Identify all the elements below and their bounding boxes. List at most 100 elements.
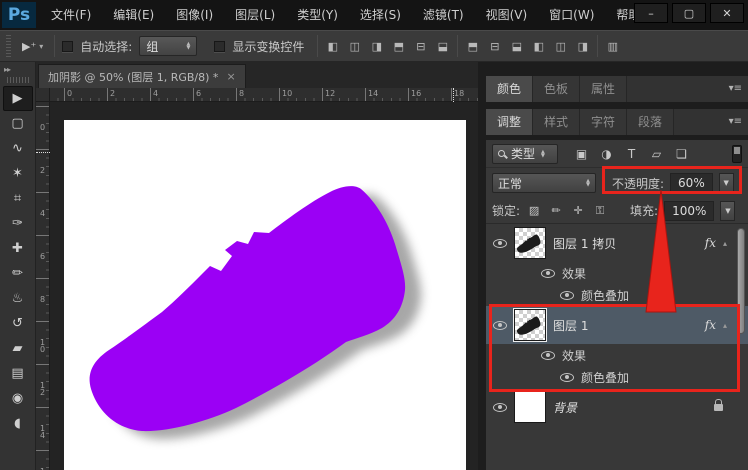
panel-menu-icon[interactable]: ▾≡ — [729, 83, 742, 94]
document-tab[interactable]: 加阴影 @ 50% (图层 1, RGB/8) * × — [38, 64, 246, 88]
distribute-h-centers-icon[interactable]: ◫ — [553, 39, 568, 53]
layer-thumbnail[interactable] — [514, 227, 546, 259]
document-canvas[interactable] — [64, 120, 466, 470]
layer-row-selected[interactable]: 图层 1 fx ▴ — [486, 306, 748, 344]
filter-toggle-switch[interactable] — [732, 145, 742, 163]
align-v-centers-icon[interactable]: ⊟ — [413, 39, 428, 53]
layer-thumbnail[interactable] — [514, 391, 546, 423]
visibility-eye-icon[interactable] — [560, 291, 574, 300]
close-icon[interactable]: ✕ — [710, 3, 744, 23]
move-tool[interactable]: ▶ — [3, 86, 33, 111]
blur-tool[interactable]: ◉ — [3, 386, 33, 411]
menu-window[interactable]: 窗口(W) — [538, 0, 605, 30]
clone-stamp-tool[interactable]: ♨ — [3, 286, 33, 311]
tab-swatches[interactable]: 色板 — [533, 76, 580, 102]
spot-healing-brush-tool[interactable]: ✚ — [3, 236, 33, 261]
minimize-icon[interactable]: – — [634, 3, 668, 23]
layers-scrollbar[interactable] — [737, 228, 745, 334]
align-left-edges-icon[interactable]: ◧ — [325, 39, 340, 53]
lasso-tool[interactable]: ∿ — [3, 136, 33, 161]
show-transform-checkbox[interactable] — [214, 41, 225, 52]
lock-position-icon[interactable]: ✛ — [570, 204, 586, 217]
layer-row-copy[interactable]: 图层 1 拷贝 fx ▴ — [486, 224, 748, 262]
color-overlay-row[interactable]: 颜色叠加 — [486, 284, 748, 306]
lock-transparent-pixels-icon[interactable]: ▨ — [526, 204, 542, 217]
magic-wand-tool[interactable]: ✶ — [3, 161, 33, 186]
opacity-input[interactable]: 60% — [670, 173, 713, 193]
layers-list: 图层 1 拷贝 fx ▴ 效果 颜色叠加 图层 1 — [486, 224, 748, 426]
distribute-v-centers-icon[interactable]: ⊟ — [487, 39, 502, 53]
blend-mode-dropdown[interactable]: 正常 ▲▼ — [492, 173, 596, 193]
auto-select-target-dropdown[interactable]: 组 ▲▼ — [139, 36, 197, 56]
collapse-effects-icon[interactable]: ▴ — [723, 239, 727, 248]
opacity-dropdown-icon[interactable]: ▼ — [719, 173, 734, 193]
filter-adjustment-layers-icon[interactable]: ◑ — [597, 147, 616, 161]
eyedropper-tool[interactable]: ✑ — [3, 211, 33, 236]
collapse-tools-icon[interactable]: ▸▸ — [0, 62, 10, 75]
distribute-top-icon[interactable]: ⬒ — [465, 39, 480, 53]
distribute-bottom-icon[interactable]: ⬓ — [509, 39, 524, 53]
visibility-eye-icon[interactable] — [541, 269, 555, 278]
lock-image-pixels-icon[interactable]: ✏ — [548, 204, 564, 217]
ruler-corner[interactable] — [36, 88, 50, 102]
tab-paragraph[interactable]: 段落 — [627, 109, 674, 135]
distribute-right-icon[interactable]: ◨ — [575, 39, 590, 53]
history-brush-tool[interactable]: ↺ — [3, 311, 33, 336]
align-right-edges-icon[interactable]: ◨ — [369, 39, 384, 53]
visibility-eye-icon[interactable] — [541, 351, 555, 360]
filter-type-layers-icon[interactable]: T — [622, 147, 641, 161]
menu-layer[interactable]: 图层(L) — [224, 0, 286, 30]
eraser-tool[interactable]: ▰ — [3, 336, 33, 361]
menu-view[interactable]: 视图(V) — [475, 0, 539, 30]
collapse-effects-icon[interactable]: ▴ — [723, 321, 727, 330]
tab-color[interactable]: 颜色 — [486, 76, 533, 102]
menu-edit[interactable]: 编辑(E) — [102, 0, 165, 30]
menu-select[interactable]: 选择(S) — [349, 0, 412, 30]
menu-filter[interactable]: 滤镜(T) — [412, 0, 475, 30]
effects-row[interactable]: 效果 — [486, 344, 748, 366]
auto-select-checkbox[interactable] — [62, 41, 73, 52]
tab-close-icon[interactable]: × — [226, 70, 235, 83]
brush-tool[interactable]: ✏ — [3, 261, 33, 286]
layer-row-background[interactable]: 背景 — [486, 388, 748, 426]
visibility-eye-icon[interactable] — [493, 403, 507, 412]
rectangular-marquee-tool[interactable]: ▢ — [3, 111, 33, 136]
options-grip[interactable] — [6, 35, 11, 57]
distribute-left-icon[interactable]: ◧ — [531, 39, 546, 53]
visibility-eye-icon[interactable] — [493, 321, 507, 330]
lock-all-icon[interactable]: ⚿ — [592, 204, 608, 218]
filter-shape-layers-icon[interactable]: ▱ — [647, 147, 666, 161]
tools-grip[interactable] — [7, 77, 29, 83]
align-bottom-edges-icon[interactable]: ⬓ — [435, 39, 450, 53]
menu-type[interactable]: 类型(Y) — [286, 0, 349, 30]
distribute-spacing-icon[interactable]: ▥ — [605, 39, 620, 53]
fx-badge[interactable]: fx — [705, 236, 716, 250]
layer-thumbnail[interactable] — [514, 309, 546, 341]
effects-row[interactable]: 效果 — [486, 262, 748, 284]
current-tool-indicator[interactable]: ▶⁺ ▾ — [18, 38, 47, 55]
filter-smart-objects-icon[interactable]: ❏ — [672, 147, 691, 161]
align-top-edges-icon[interactable]: ⬒ — [391, 39, 406, 53]
dodge-tool[interactable]: ◖ — [3, 411, 33, 436]
tab-character[interactable]: 字符 — [580, 109, 627, 135]
maximize-icon[interactable]: ▢ — [672, 3, 706, 23]
filter-type-dropdown[interactable]: 类型 ▲▼ — [492, 144, 558, 164]
tab-adjustments[interactable]: 调整 — [486, 109, 533, 135]
fill-input[interactable]: 100% — [664, 201, 714, 221]
panel-menu-icon[interactable]: ▾≡ — [729, 116, 742, 127]
align-h-centers-icon[interactable]: ◫ — [347, 39, 362, 53]
gradient-tool[interactable]: ▤ — [3, 361, 33, 386]
crop-tool[interactable]: ⌗ — [3, 186, 33, 211]
fx-badge[interactable]: fx — [705, 318, 716, 332]
menu-image[interactable]: 图像(I) — [165, 0, 224, 30]
vertical-ruler[interactable]: 0 2 4 6 8 10 12 14 16 — [36, 102, 50, 470]
tab-styles[interactable]: 样式 — [533, 109, 580, 135]
tab-properties[interactable]: 属性 — [580, 76, 627, 102]
visibility-eye-icon[interactable] — [493, 239, 507, 248]
fill-dropdown-icon[interactable]: ▼ — [720, 201, 735, 221]
filter-pixel-layers-icon[interactable]: ▣ — [572, 147, 591, 161]
visibility-eye-icon[interactable] — [560, 373, 574, 382]
color-overlay-row[interactable]: 颜色叠加 — [486, 366, 748, 388]
menu-file[interactable]: 文件(F) — [40, 0, 102, 30]
horizontal-ruler[interactable]: 0 2 4 6 8 10 12 14 16 18 20 — [50, 88, 478, 102]
